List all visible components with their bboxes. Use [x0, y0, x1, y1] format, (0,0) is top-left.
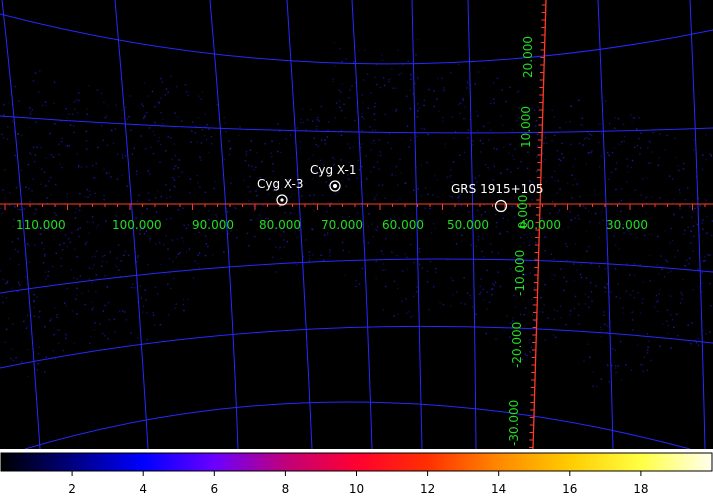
colorbar-tick-label: 12	[420, 482, 435, 496]
lat-label-minus10: -10.000	[513, 250, 527, 296]
colorbar-tick-label: 2	[68, 482, 76, 496]
lon-label-110: 110.000	[16, 218, 66, 232]
lon-label-90: 90.000	[192, 218, 234, 232]
colorbar-tick-label: 14	[491, 482, 506, 496]
lon-label-70: 70.000	[321, 218, 363, 232]
colorbar-tick-label: 8	[282, 482, 290, 496]
colorbar: 2 4 6 8 10 12 14 16 18	[0, 449, 713, 498]
colorbar-gradient	[0, 452, 713, 472]
lon-label-30: 30.000	[606, 218, 648, 232]
colorbar-tick-label: 16	[562, 482, 577, 496]
colorbar-tick-label: 18	[633, 482, 648, 496]
lon-label-60: 60.000	[382, 218, 424, 232]
source-dot-icon	[280, 198, 284, 202]
colorbar-tick-label: 6	[210, 482, 218, 496]
lon-label-100: 100.000	[112, 218, 162, 232]
source-label-grs1915: GRS 1915+105	[451, 182, 544, 196]
lat-label-minus20: -20.000	[510, 322, 524, 368]
lon-label-50: 50.000	[447, 218, 489, 232]
lon-label-80: 80.000	[259, 218, 301, 232]
colorbar-tick-label: 4	[139, 482, 147, 496]
source-label-cyg-x3: Cyg X-3	[257, 177, 304, 191]
source-dot-icon	[332, 183, 338, 189]
lat-label-minus30: -30.000	[507, 400, 521, 446]
lat-label-10: 10.000	[519, 106, 533, 148]
lat-label-0: 0.000	[516, 195, 530, 229]
source-label-cyg-x1: Cyg X-1	[310, 163, 357, 177]
lat-label-20: 20.000	[521, 36, 535, 78]
colorbar-tick-label: 10	[349, 482, 364, 496]
sky-map: 110.000 100.000 90.000 80.000 70.000 60.…	[0, 0, 713, 449]
